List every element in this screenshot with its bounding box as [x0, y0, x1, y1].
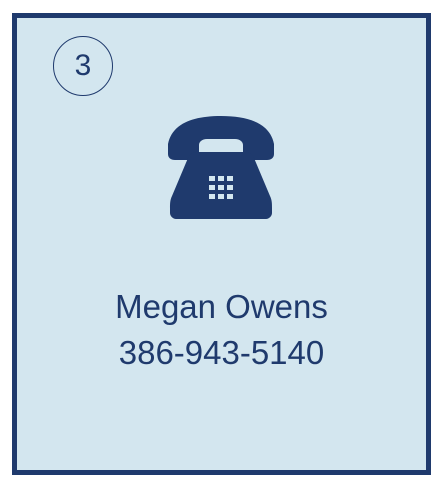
telephone-icon: [168, 116, 274, 219]
step-number-badge: 3: [53, 36, 113, 96]
contact-phone-number: 386-943-5140: [118, 334, 325, 371]
contact-card: 3 Megan Owens 386-943-5140: [12, 13, 431, 475]
contact-name: Megan Owens: [115, 288, 328, 325]
